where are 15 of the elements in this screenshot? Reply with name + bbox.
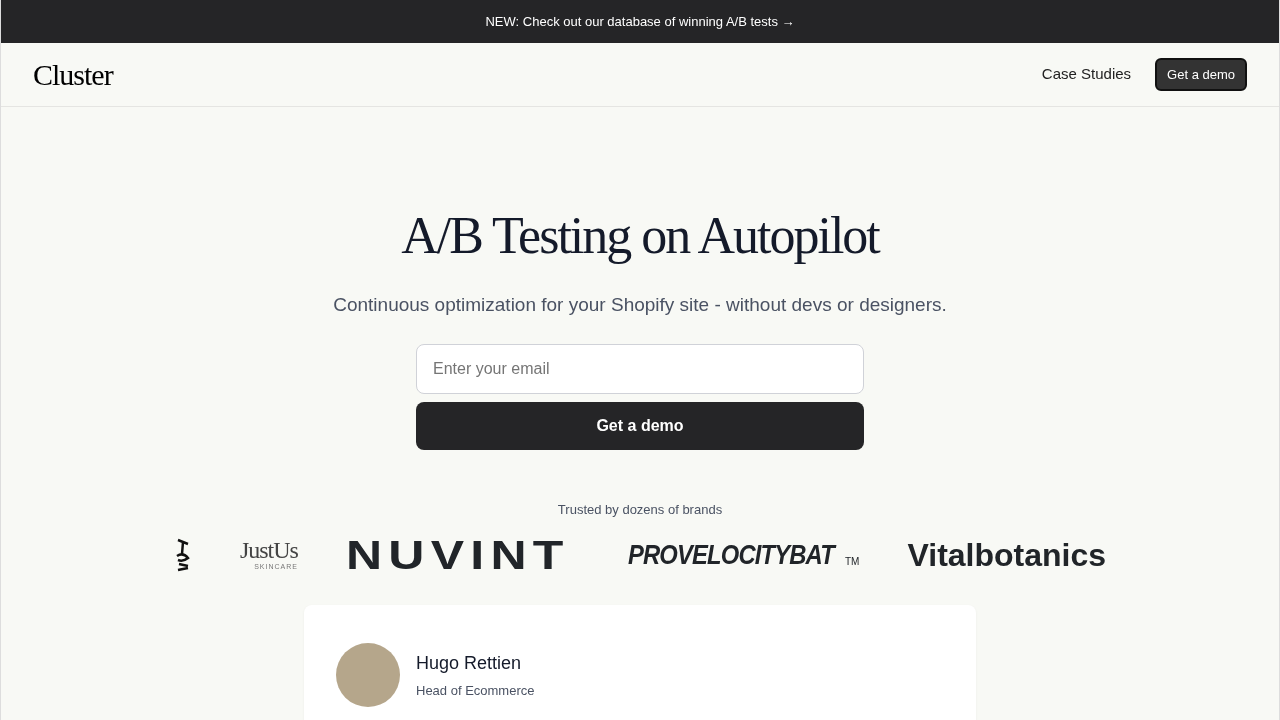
logo[interactable]: Cluster <box>33 52 113 97</box>
announcement-link[interactable]: NEW: Check out our database of winning A/B tests → <box>485 11 795 32</box>
email-field[interactable]: Enter your email <box>416 343 864 394</box>
hero-subtitle: Continuous optimization for your Shopify site - without devs or designers. <box>333 293 947 318</box>
trademark-mark: TM <box>845 555 860 570</box>
nav-link[interactable]: Case Studies <box>1041 63 1132 86</box>
person-name: Hugo Rettien <box>416 652 523 676</box>
brands-caption: Trusted by dozens of brands <box>557 500 723 519</box>
brand-logo: Vitalbotanics <box>907 539 1107 572</box>
get-demo-button[interactable]: Get a demo <box>416 401 864 450</box>
brand-logo: NUVINT <box>345 535 570 576</box>
hero-title: A/B Testing on Autopilot <box>401 206 879 266</box>
person-role: Head of Ecommerce <box>416 682 535 701</box>
get-demo-button[interactable]: Get a demo <box>1155 57 1247 92</box>
brand-logo: JustUs <box>239 538 298 563</box>
